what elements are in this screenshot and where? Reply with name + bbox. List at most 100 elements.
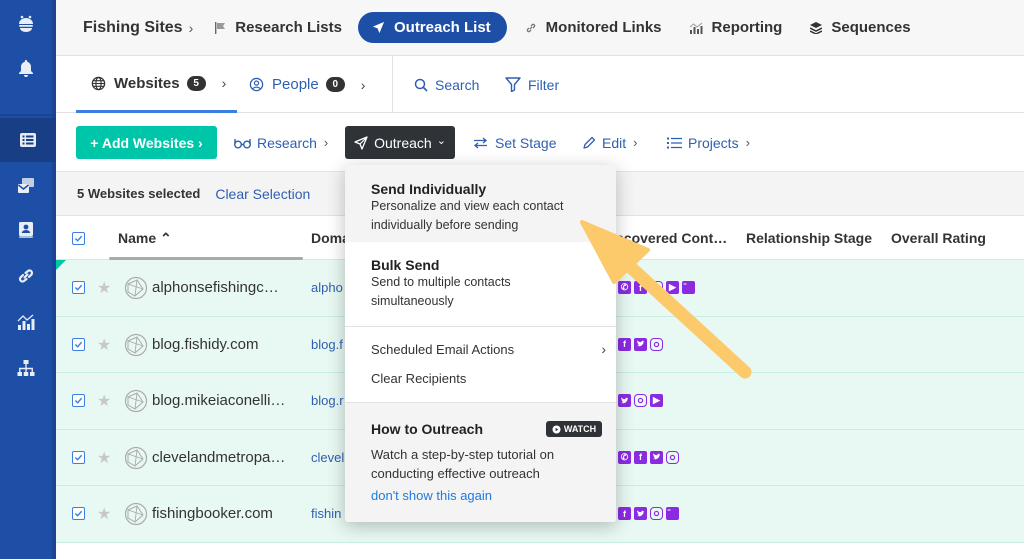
outreach-dropdown-button[interactable]: Outreach ⌄ (345, 126, 455, 159)
menu-item-clear-recipients[interactable]: Clear Recipients (345, 364, 616, 402)
website-name[interactable]: fishingbooker.com (152, 505, 273, 522)
sitemap-icon (17, 360, 35, 376)
bell-icon[interactable] (0, 46, 52, 90)
search-button[interactable]: Search (414, 56, 479, 113)
facebook-icon[interactable]: f (618, 337, 631, 351)
menu-item-label: Clear Recipients (371, 371, 467, 386)
youtube-icon[interactable]: ▶ (650, 394, 663, 407)
nav-outreach-list[interactable]: Outreach List (357, 12, 507, 43)
instagram-icon[interactable] (666, 450, 679, 464)
breadcrumb[interactable]: Fishing Sites › (83, 19, 193, 37)
sidebar-item-reporting[interactable] (0, 300, 52, 344)
website-domain[interactable]: blog.r (311, 393, 345, 408)
facebook-icon[interactable]: f (634, 450, 647, 464)
menu-item-bulk-send[interactable]: Bulk Send Send to multiple contacts simu… (345, 242, 616, 326)
contact-book-icon (19, 222, 33, 238)
list-icon (667, 137, 682, 148)
contact-form-icon[interactable] (682, 281, 695, 294)
action-bar: + Add Websites › Research › Outreach ⌄ S… (56, 113, 1024, 172)
pencil-icon (583, 136, 596, 149)
star-icon[interactable]: ★ (97, 278, 111, 298)
website-name[interactable]: alphonsefishingc… (152, 279, 279, 296)
column-header-relationship-stage[interactable]: Relationship Stage (746, 216, 872, 260)
list-icon (20, 133, 36, 147)
sidebar-item-lists[interactable] (0, 118, 56, 162)
menu-item-send-individually[interactable]: Send Individually Personalize and view e… (345, 165, 616, 242)
menu-item-scheduled-email-actions[interactable]: Scheduled Email Actions › (345, 327, 616, 364)
website-domain[interactable]: alpho (311, 280, 345, 295)
instagram-icon[interactable] (650, 281, 663, 294)
checkbox[interactable] (72, 231, 85, 245)
phone-icon[interactable]: ✆ (618, 450, 631, 464)
star-icon[interactable]: ★ (97, 448, 111, 468)
chevron-right-icon[interactable]: › (222, 75, 227, 91)
twitter-icon[interactable] (634, 507, 647, 520)
row-checkbox[interactable] (72, 450, 85, 464)
selection-corner-marker (56, 260, 66, 270)
projects-button[interactable]: Projects › (667, 126, 750, 159)
edit-button[interactable]: Edit › (582, 126, 637, 159)
nav-reporting[interactable]: Reporting (689, 19, 782, 36)
dont-show-again-link[interactable]: don't show this again (371, 488, 492, 503)
twitter-icon[interactable] (634, 337, 647, 351)
nav-monitored-links[interactable]: Monitored Links (525, 19, 662, 36)
youtube-icon[interactable]: ▶ (666, 281, 679, 294)
instagram-icon[interactable] (634, 394, 647, 407)
logo-icon[interactable] (0, 2, 52, 46)
website-globe-icon (124, 333, 148, 356)
chevron-right-icon[interactable]: › (361, 77, 366, 93)
website-domain[interactable]: clevel (311, 450, 345, 465)
contact-form-icon[interactable] (666, 507, 679, 520)
star-icon[interactable]: ★ (97, 335, 111, 355)
add-websites-button[interactable]: + Add Websites › (76, 126, 217, 159)
website-name[interactable]: blog.fishidy.com (152, 336, 258, 353)
check-icon (74, 235, 83, 242)
twitter-icon[interactable] (618, 394, 631, 407)
filter-button[interactable]: Filter (505, 56, 559, 113)
website-name[interactable]: clevelandmetropa… (152, 449, 285, 466)
column-header-overall-rating[interactable]: Overall Rating (891, 216, 986, 260)
website-domain[interactable]: blog.f (311, 337, 345, 352)
filter-icon (505, 77, 521, 92)
row-checkbox[interactable] (72, 394, 85, 407)
clear-selection-link[interactable]: Clear Selection (215, 186, 310, 202)
sidebar-item-inbox[interactable] (0, 164, 52, 208)
star-icon[interactable]: ★ (97, 391, 111, 411)
facebook-icon[interactable]: f (618, 507, 631, 520)
instagram-icon[interactable] (650, 337, 663, 351)
sidebar-item-sitemap[interactable] (0, 346, 52, 390)
filter-label: Filter (528, 76, 560, 93)
watch-video-button[interactable]: WATCH (546, 421, 602, 437)
how-to-outreach-panel: How to Outreach WATCH Watch a step-by-st… (345, 403, 616, 522)
discovered-contacts: ✆ f (618, 450, 679, 464)
nav-research-lists[interactable]: Research Lists (215, 19, 342, 36)
projects-label: Projects (688, 134, 739, 151)
glasses-icon (234, 138, 251, 148)
set-stage-button[interactable]: Set Stage (473, 126, 557, 159)
twitter-icon[interactable] (650, 450, 663, 464)
phone-icon[interactable]: ✆ (618, 281, 631, 294)
column-header-name[interactable]: Name ⌃ (118, 216, 172, 260)
tab-websites[interactable]: Websites 5 › (76, 56, 237, 113)
select-all-checkbox[interactable] (72, 216, 85, 260)
link-icon (525, 22, 537, 34)
website-domain[interactable]: fishin (311, 506, 345, 521)
how-to-title: How to Outreach (371, 421, 484, 437)
breadcrumb-project[interactable]: Fishing Sites (83, 19, 183, 37)
nav-sequences[interactable]: Sequences (810, 19, 911, 36)
instagram-icon[interactable] (650, 507, 663, 520)
tabs-bar: Websites 5 › People 0 › Search Filter (56, 56, 1024, 113)
column-header-discovered-contacts[interactable]: scovered Cont… (616, 216, 727, 260)
research-button[interactable]: Research › (234, 126, 328, 159)
facebook-icon[interactable]: f (634, 281, 647, 294)
edit-label: Edit (602, 134, 627, 151)
row-checkbox[interactable] (72, 337, 85, 351)
sidebar-item-links[interactable] (0, 254, 52, 298)
row-checkbox[interactable] (72, 281, 85, 294)
star-icon[interactable]: ★ (97, 504, 111, 524)
website-name[interactable]: blog.mikeiaconelli… (152, 392, 285, 409)
sidebar-item-contacts[interactable] (0, 208, 52, 252)
tab-people[interactable]: People 0 › (249, 56, 365, 113)
mail-icon (18, 178, 34, 193)
row-checkbox[interactable] (72, 507, 85, 520)
